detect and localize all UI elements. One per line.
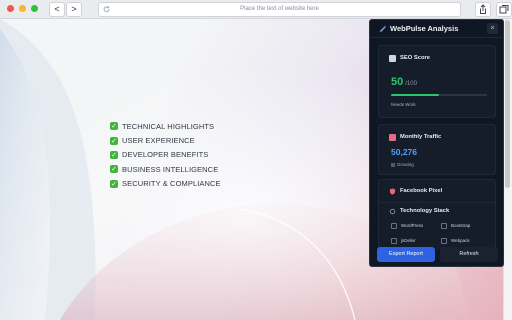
- traffic-status: Growing: [391, 162, 414, 167]
- feature-list: ✓ TECHNICAL HIGHLIGHTS ✓ USER EXPERIENCE…: [110, 119, 221, 191]
- tech-icon: [441, 223, 447, 229]
- shield-icon: [389, 188, 396, 195]
- seo-progress-fill: [391, 94, 439, 96]
- checkmark-icon: ✓: [110, 122, 118, 131]
- close-window-button[interactable]: [7, 5, 14, 12]
- tech-item: WordPress: [391, 223, 423, 229]
- page-scrollbar-thumb[interactable]: [505, 20, 510, 188]
- export-report-button[interactable]: Export Report: [377, 247, 435, 262]
- refresh-button[interactable]: Refresh: [440, 247, 498, 262]
- back-button[interactable]: <: [49, 2, 65, 17]
- share-button[interactable]: [475, 2, 491, 17]
- seo-score-card: SEO Score 50/100 Needs Work: [378, 45, 496, 118]
- pixel-title: Facebook Pixel: [400, 188, 443, 194]
- tech-label: Webpack: [451, 238, 470, 244]
- feature-label: USER EXPERIENCE: [122, 136, 195, 146]
- feature-item: ✓ BUSINESS INTELLIGENCE: [110, 162, 221, 176]
- seo-score-max: /100: [405, 81, 417, 87]
- rocket-icon: [379, 25, 386, 32]
- seo-score-value: 50/100: [391, 76, 417, 88]
- traffic-value: 50,276: [391, 147, 417, 157]
- seo-title: SEO Score: [400, 55, 430, 61]
- feature-label: BUSINESS INTELLIGENCE: [122, 164, 219, 174]
- close-panel-button[interactable]: ×: [487, 23, 498, 34]
- maximize-window-button[interactable]: [31, 5, 38, 12]
- feature-label: SECURITY & COMPLIANCE: [122, 179, 221, 189]
- panel-title: WebPulse Analysis: [390, 24, 459, 33]
- address-bar[interactable]: Place the text of website here: [98, 2, 461, 17]
- tech-title: Technology Stack: [400, 208, 450, 214]
- tabs-button[interactable]: [496, 2, 512, 17]
- checkmark-icon: ✓: [110, 165, 118, 174]
- tech-item: Webpack: [441, 238, 470, 244]
- gear-icon: [389, 208, 396, 215]
- feature-label: DEVELOPER BENEFITS: [122, 150, 209, 160]
- checkmark-icon: ✓: [110, 179, 118, 188]
- feature-item: ✓ SECURITY & COMPLIANCE: [110, 177, 221, 191]
- tech-item: jsDelivr: [391, 238, 416, 244]
- feature-item: ✓ TECHNICAL HIGHLIGHTS: [110, 119, 221, 133]
- tech-item: Bootstrap: [441, 223, 470, 229]
- checkmark-icon: ✓: [110, 150, 118, 159]
- seo-status: Needs Work: [391, 102, 416, 107]
- traffic-status-label: Growing: [397, 162, 414, 167]
- share-icon: [480, 4, 486, 14]
- traffic-title: Monthly Traffic: [400, 134, 442, 140]
- forward-button[interactable]: >: [66, 2, 82, 17]
- feature-item: ✓ USER EXPERIENCE: [110, 133, 221, 147]
- growth-icon: [391, 162, 395, 167]
- feature-item: ✓ DEVELOPER BENEFITS: [110, 148, 221, 162]
- chart-icon: [389, 55, 396, 62]
- tech-icon: [391, 223, 397, 229]
- address-bar-placeholder: Place the text of website here: [240, 6, 319, 12]
- panel-header: WebPulse Analysis ×: [370, 20, 503, 38]
- tech-label: Bootstrap: [451, 223, 471, 229]
- minimize-window-button[interactable]: [19, 5, 26, 12]
- tech-icon: [391, 238, 397, 244]
- trending-icon: [389, 134, 396, 141]
- tech-label: WordPress: [401, 223, 424, 229]
- seo-progress-bar: [391, 94, 487, 96]
- browser-toolbar: < > Place the text of website here: [0, 0, 512, 19]
- feature-label: TECHNICAL HIGHLIGHTS: [122, 121, 215, 131]
- webpulse-panel: WebPulse Analysis × SEO Score 50/100 Nee…: [369, 19, 504, 267]
- tech-label: jsDelivr: [401, 238, 416, 244]
- checkmark-icon: ✓: [110, 136, 118, 145]
- tabs-icon: [499, 5, 509, 14]
- tech-icon: [441, 238, 447, 244]
- traffic-card: Monthly Traffic 50,276 Growing: [378, 124, 496, 175]
- seo-score-number: 50: [391, 76, 404, 88]
